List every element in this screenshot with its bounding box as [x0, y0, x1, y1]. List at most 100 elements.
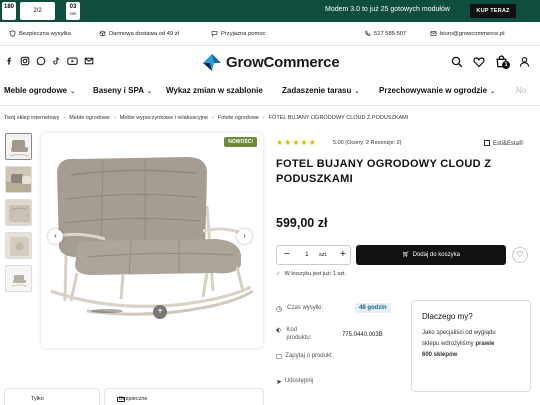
logo-mark[interactable]: [200, 50, 224, 74]
nav-item-label: Przechowywanie w ogrodzie: [379, 86, 488, 95]
nav-item-garden-storage[interactable]: Przechowywanie w ogrodzie ⌄: [379, 86, 495, 95]
product-title: FOTEL BUJANY OGRODOWY CLOUD Z PODUSZKAMI: [276, 158, 492, 185]
countdown-seconds: 03 sek: [66, 2, 80, 20]
ask-about-product-link[interactable]: ☐ Zapytaj o produkt: [276, 353, 332, 361]
why-us-text-bold-2: 600 sklepów: [422, 352, 458, 358]
promo-text: Modem 3.0 to już 25 gotowych modułów: [325, 6, 450, 13]
email-icon[interactable]: [84, 56, 94, 66]
header-actions: 1: [451, 55, 530, 69]
breadcrumb-item[interactable]: Fotele ogrodowe: [218, 115, 259, 121]
user-icon[interactable]: [519, 56, 530, 68]
tiktok-icon[interactable]: [52, 56, 61, 66]
chevron-right-icon: ›: [262, 115, 265, 121]
why-us-text-line-2: sklepu wdrożyliśmy: [422, 341, 474, 347]
nav-item-label: Zadaszenie tarasu: [282, 86, 352, 95]
phone-number[interactable]: 517 585 507: [374, 31, 406, 37]
heart-icon: ♡: [516, 250, 524, 259]
search-icon[interactable]: [451, 56, 463, 68]
nav-item-label: Wykaz zmian w szablonie: [166, 86, 263, 95]
why-us-text-bold-1: prawie: [475, 341, 495, 347]
info-phone[interactable]: 517 585 507: [364, 30, 406, 37]
rating-stars[interactable]: ★ ★ ★ ★ ★: [276, 138, 316, 147]
gallery-thumb[interactable]: [5, 232, 32, 259]
nav-item-terrace-roofing[interactable]: Zadaszenie tarasu ⌄: [282, 86, 359, 95]
logo-text[interactable]: GrowCommerce: [226, 54, 340, 71]
brand-name: Esti&Esta®: [493, 141, 524, 147]
chair-thumbnail: [6, 200, 31, 225]
facebook-icon[interactable]: [5, 56, 14, 66]
chair-thumbnail: [6, 233, 31, 258]
nav-item-label: Meble ogrodowe: [4, 86, 68, 95]
countdown-seconds-unit: sek: [69, 11, 77, 16]
nav-item-template-changes[interactable]: Wykaz zmian w szablonie: [166, 86, 263, 95]
breadcrumb-item[interactable]: Meble wypoczynkowe i relaksacyjne: [120, 115, 208, 121]
buy-now-button[interactable]: KUP TERAZ: [470, 4, 516, 18]
nav-item-pools-spa[interactable]: Baseny i SPA ⌄: [93, 86, 152, 95]
shipping-time-value: 48 godzin: [355, 303, 391, 313]
chevron-down-icon: ⌄: [490, 89, 496, 95]
star-icon: ★: [284, 138, 292, 147]
breadcrumb-current: FOTEL BUJANY OGRODOWY CLOUD Z PODUSZKAMI: [268, 115, 409, 121]
why-us-title: Dlaczego my?: [422, 312, 473, 321]
nav-item-garden-furniture[interactable]: Meble ogrodowe ⌄: [4, 86, 75, 95]
rating-summary[interactable]: 5.00 (Oceny: 2 Recenzje: 2): [333, 140, 401, 146]
youtube-icon[interactable]: [67, 56, 78, 66]
product-image[interactable]: [47, 151, 257, 321]
whatsapp-icon[interactable]: [36, 56, 46, 66]
tag-icon: ⬖: [276, 327, 282, 334]
feature-card-label: Tylko: [31, 396, 44, 402]
chevron-right-icon: ›: [243, 231, 246, 240]
wishlist-button[interactable]: ♡: [512, 247, 528, 263]
heart-icon[interactable]: [473, 56, 485, 68]
info-bar: Bezpieczna wysyłka Darmowa dostawa od 49…: [0, 22, 540, 46]
add-to-cart-label: Dodaj do koszyka: [412, 252, 460, 258]
countdown-hours: 2/2: [20, 2, 55, 20]
quantity-value[interactable]: 1: [305, 251, 309, 258]
social-links: [5, 56, 94, 66]
gallery-thumb[interactable]: [5, 166, 32, 193]
share-icon: ➤: [276, 379, 282, 386]
instagram-icon[interactable]: [20, 56, 30, 66]
share-label: Udostępnij: [284, 378, 314, 384]
chevron-down-icon: ⌄: [70, 89, 76, 95]
chevron-right-icon: ›: [113, 115, 116, 121]
breadcrumb-item[interactable]: Twój sklep internetowy: [4, 115, 59, 121]
nav-item-label: Baseny i SPA: [93, 86, 144, 95]
product-image-card: NOWOŚĆ! ‹ › +: [41, 133, 263, 348]
gallery-thumb[interactable]: [5, 265, 32, 292]
shipping-time-label: Czas wysyłki:: [287, 305, 324, 311]
ask-about-product-label: Zapytaj o produkt: [285, 353, 332, 359]
chevron-right-icon: ›: [212, 115, 214, 121]
countdown-days-value: 180: [3, 4, 14, 10]
growcommerce-logo-icon: [203, 54, 221, 71]
quantity-stepper: − 1 szt. +: [276, 245, 351, 265]
cart-button[interactable]: 1: [495, 55, 510, 69]
feature-card-only: Tylko: [4, 388, 100, 405]
brand-link[interactable]: Esti&Esta®: [484, 140, 523, 147]
nav-item-more[interactable]: No: [516, 86, 526, 95]
phone-icon: [365, 30, 371, 36]
gallery-prev-button[interactable]: ‹: [48, 229, 63, 244]
chevron-right-icon: ›: [63, 115, 66, 121]
nav-item-label: No: [516, 86, 527, 95]
box-icon: [99, 30, 106, 37]
shipping-time-row: ◷ Czas wysyłki:: [276, 305, 323, 313]
gallery-next-button[interactable]: ›: [237, 229, 252, 244]
quantity-increase-button[interactable]: +: [340, 249, 346, 260]
email-address[interactable]: biuro@growcommerce.pl: [440, 31, 505, 37]
info-safe-shipping: Bezpieczna wysyłka: [9, 30, 71, 37]
share-link[interactable]: ➤ Udostępnij: [276, 378, 313, 386]
quantity-decrease-button[interactable]: −: [284, 249, 290, 260]
star-icon: ★: [308, 138, 316, 147]
info-friendly-help-label: Przyjazna pomoc: [221, 30, 266, 37]
info-email[interactable]: biuro@growcommerce.pl: [430, 30, 505, 37]
why-us-text: Jako specjaliści od wyglądu sklepu wdroż…: [422, 328, 528, 361]
in-cart-text: W koszyku jest już: 1 szt.: [284, 271, 347, 277]
add-to-cart-button[interactable]: 🛒︎ Dodaj do koszyka: [356, 245, 506, 265]
zoom-button[interactable]: +: [153, 305, 167, 319]
breadcrumb-item[interactable]: Meble ogrodowe: [69, 115, 110, 121]
chevron-down-icon: ⌄: [146, 89, 153, 95]
gallery-thumb[interactable]: [5, 133, 32, 160]
chair-thumbnail: [6, 134, 31, 159]
gallery-thumb[interactable]: [5, 199, 32, 226]
